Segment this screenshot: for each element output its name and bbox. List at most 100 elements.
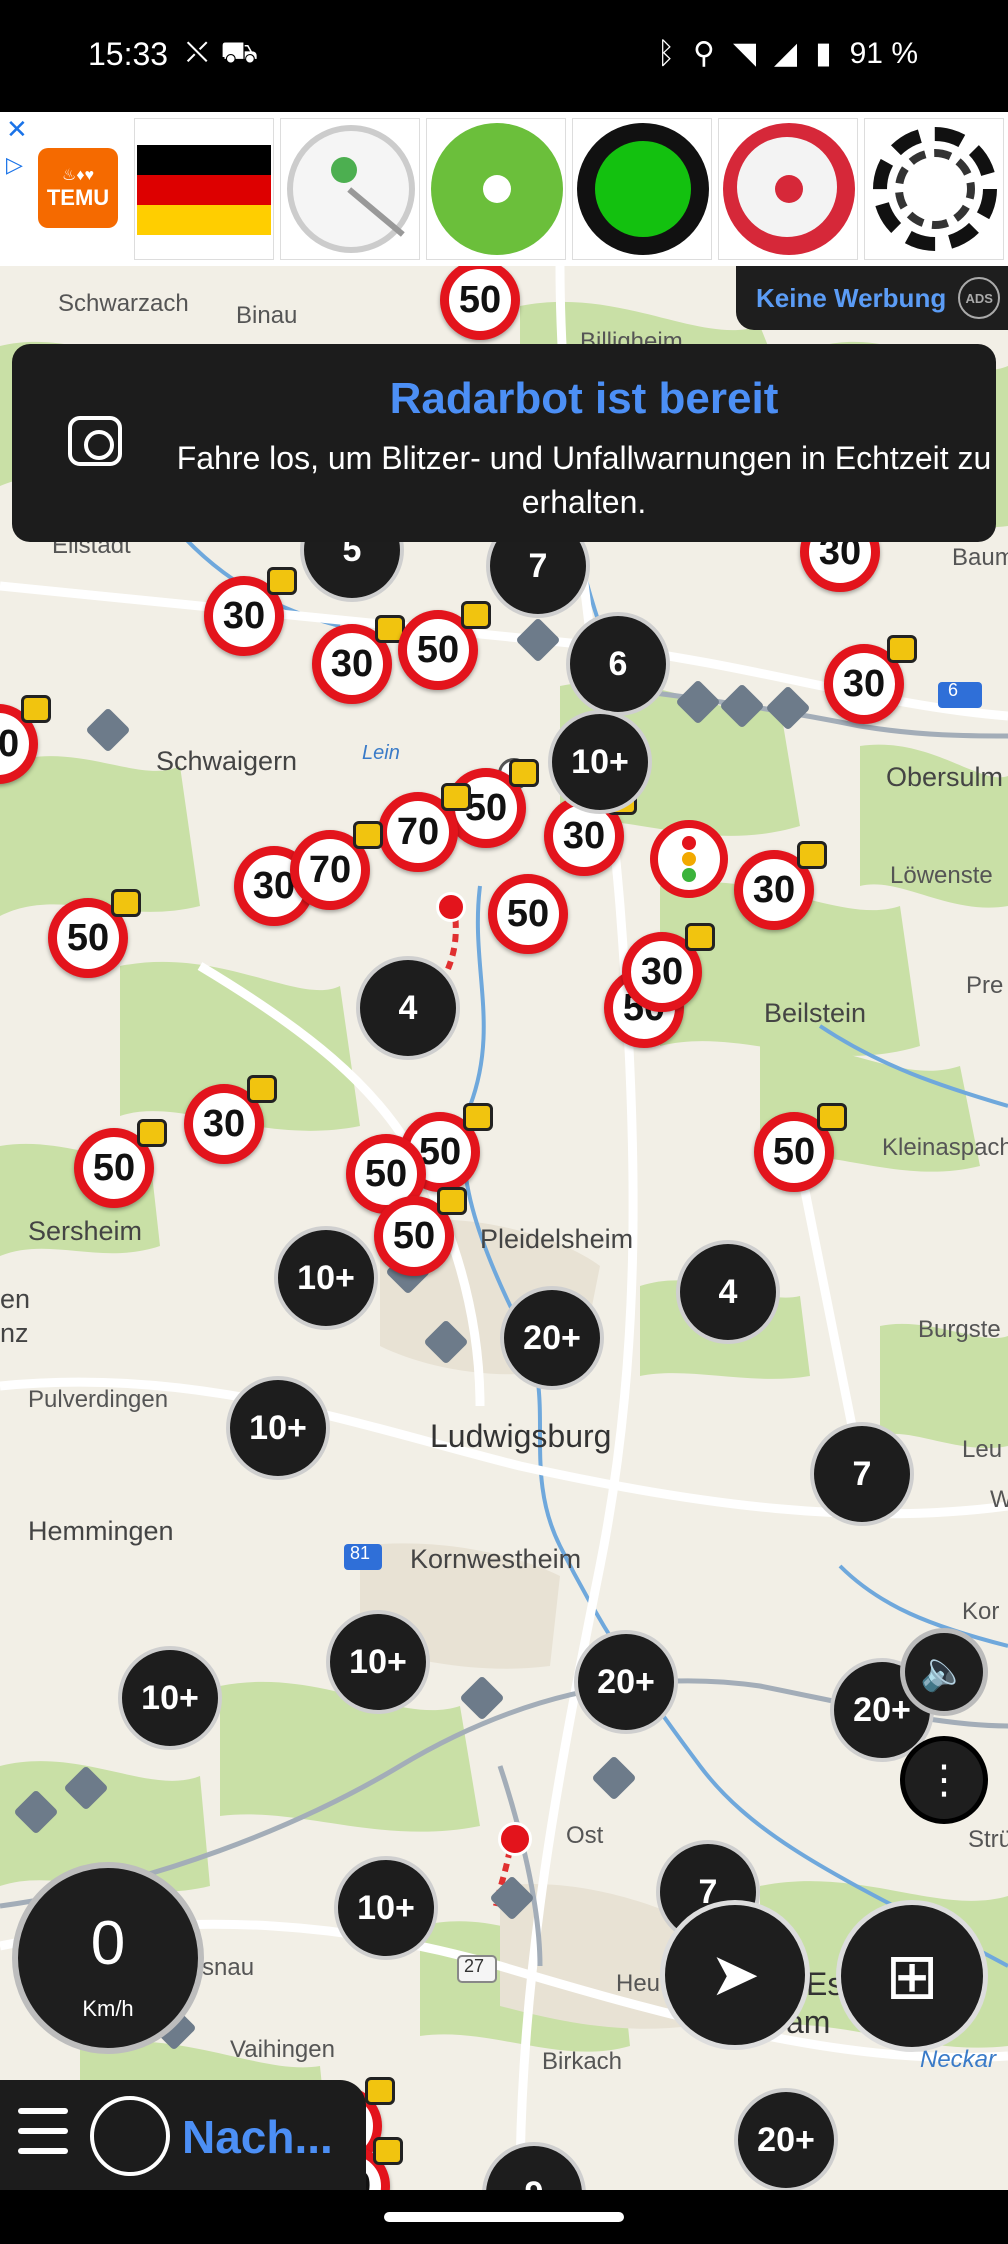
speed-camera-sign[interactable]: 50 [48, 889, 141, 978]
speed-limit-value: 50 [458, 278, 502, 321]
speed-limit-value: 50 [92, 1146, 136, 1189]
no-entry-icon[interactable] [498, 1822, 532, 1856]
speed-camera-sign[interactable]: 30 [184, 1075, 277, 1164]
home-gesture-bar[interactable] [384, 2212, 624, 2222]
report-button[interactable]: ⊞ [836, 1900, 988, 2052]
road-label: 6 [948, 680, 959, 700]
speed-camera-sign[interactable]: 30 [312, 615, 405, 704]
cluster-count: 20+ [757, 2120, 815, 2159]
navigation-icon[interactable] [90, 2096, 170, 2176]
speed-camera-sign[interactable]: 50 [74, 1119, 167, 1208]
place-label: Pulverdingen [28, 1386, 169, 1413]
alert-cluster[interactable]: 6 [566, 612, 670, 716]
menu-icon[interactable] [18, 2108, 68, 2160]
locate-arrow-icon: ➤ [709, 1941, 761, 2008]
no-ads-label: Keine Werbung [756, 282, 947, 313]
ad-banner[interactable]: ✕ ▷ ♨♦♥ TEMU [0, 112, 1008, 266]
cluster-count: 20+ [853, 1690, 911, 1729]
ad-info-icon[interactable]: ▷ [6, 152, 23, 178]
alert-cluster[interactable]: 10+ [548, 710, 652, 814]
status-left-icons: ⛌⛟ [186, 36, 270, 74]
camera-icon [21, 695, 51, 723]
speed-camera-sign[interactable]: 50 [398, 601, 491, 690]
place-label: Sersheim [28, 1216, 143, 1246]
alert-cluster[interactable]: 20+ [500, 1286, 604, 1390]
speed-limit-value: 30 [330, 642, 374, 685]
cluster-count: 10+ [357, 1888, 415, 1927]
cluster-count: 7 [528, 546, 548, 585]
camera-icon [68, 416, 122, 466]
alert-cluster[interactable]: 10+ [118, 1646, 222, 1750]
camera-icon [353, 821, 383, 849]
cluster-count: 20+ [597, 1662, 655, 1701]
temu-brand: TEMU [46, 185, 110, 210]
speed-camera-sign[interactable]: 50 [374, 1187, 467, 1276]
alert-cluster[interactable]: 10+ [274, 1226, 378, 1330]
status-bar: 15:33 ⛌⛟ ᛒ ⚲ ◥ ◢ ▮ 91 % [0, 0, 1008, 112]
place-label: Burgste [918, 1316, 1001, 1343]
speed-limit-value: 30 [842, 662, 886, 705]
german-flag-icon[interactable] [134, 118, 274, 260]
alert-cluster[interactable]: 10+ [334, 1856, 438, 1960]
road-label: 81 [350, 1543, 371, 1563]
cluster-count: 4 [718, 1272, 738, 1311]
river-label: Neckar [920, 2046, 997, 2073]
alert-cluster[interactable]: 20+ [734, 2088, 838, 2190]
speed-limit-value: 30 [752, 868, 796, 911]
speed-camera-sign[interactable]: 70 [290, 821, 383, 910]
camera-icon [365, 2077, 395, 2105]
toast-message: Fahre los, um Blitzer- und Unfallwarnung… [176, 440, 992, 520]
speed-limit-value: 50 [772, 1130, 816, 1173]
no-ads-icon: ADS [958, 277, 1001, 319]
alert-cluster[interactable]: 10+ [226, 1376, 330, 1480]
speed-camera-sign[interactable]: 30 [622, 923, 715, 1012]
location-icon: ⚲ [692, 37, 715, 70]
camera-icon [461, 601, 491, 629]
speed-camera-sign[interactable]: 50 [488, 874, 568, 954]
cluster-count: 20+ [523, 1318, 581, 1357]
place-label: Löwenste [890, 862, 993, 889]
temu-logo[interactable]: ♨♦♥ TEMU [38, 148, 118, 228]
speed-camera-sign[interactable]: 70 [378, 783, 471, 872]
speed-camera-sign[interactable]: 30 [204, 567, 297, 656]
speedometer: 0 Km/h [12, 1862, 204, 2054]
cluster-count: 10+ [349, 1642, 407, 1681]
more-vert-icon: ⋮ [924, 1758, 964, 1802]
speed-camera-sign[interactable]: 30 [734, 841, 827, 930]
spring-coil-icon[interactable] [864, 118, 1004, 260]
cluster-count: 7 [852, 1454, 872, 1493]
volume-button[interactable]: 🔈 [900, 1628, 988, 1716]
place-label: Heu [616, 1970, 661, 1997]
speed-limit-value: 50 [416, 628, 460, 671]
no-ads-button[interactable]: Keine Werbung ADS [736, 266, 1008, 330]
speed-camera-sign[interactable]: 30 [824, 635, 917, 724]
recenter-button[interactable]: ➤ [660, 1900, 810, 2050]
magnifier-product-icon[interactable] [280, 118, 420, 260]
red-button-icon[interactable] [718, 118, 858, 260]
bottom-bar: Nach... [0, 2080, 366, 2190]
alert-cluster[interactable]: 4 [676, 1240, 780, 1344]
toast-title: Radarbot ist bereit [389, 374, 779, 423]
cluster-count: 10+ [297, 1258, 355, 1297]
alert-cluster[interactable]: 4 [356, 956, 460, 1060]
camera-icon [437, 1187, 467, 1215]
ad-close-icon[interactable]: ✕ [6, 114, 28, 145]
navigate-button[interactable]: Nach... [182, 2110, 333, 2164]
green-disc-icon[interactable] [426, 118, 566, 260]
speed-camera-sign[interactable]: 50 [754, 1103, 847, 1192]
alert-cluster[interactable]: 10+ [326, 1610, 430, 1714]
traffic-light-icon[interactable] [650, 820, 728, 898]
alert-cluster[interactable]: 7 [810, 1422, 914, 1526]
camera-icon [267, 567, 297, 595]
river-label: Lein [362, 742, 400, 764]
place-label: Vaihingen [230, 2036, 335, 2063]
add-report-icon: ⊞ [885, 1939, 939, 2012]
green-button-icon[interactable] [572, 118, 712, 260]
more-options-button[interactable]: ⋮ [900, 1736, 988, 1824]
place-label: Pre [966, 972, 1004, 999]
no-signal-icon: ⛌ [186, 36, 221, 69]
no-entry-icon[interactable] [436, 892, 466, 922]
speed-limit-value: 30 [222, 594, 266, 637]
alert-cluster[interactable]: 20+ [574, 1630, 678, 1734]
status-right-icons: ᛒ ⚲ ◥ ◢ ▮ 91 % [657, 36, 918, 71]
